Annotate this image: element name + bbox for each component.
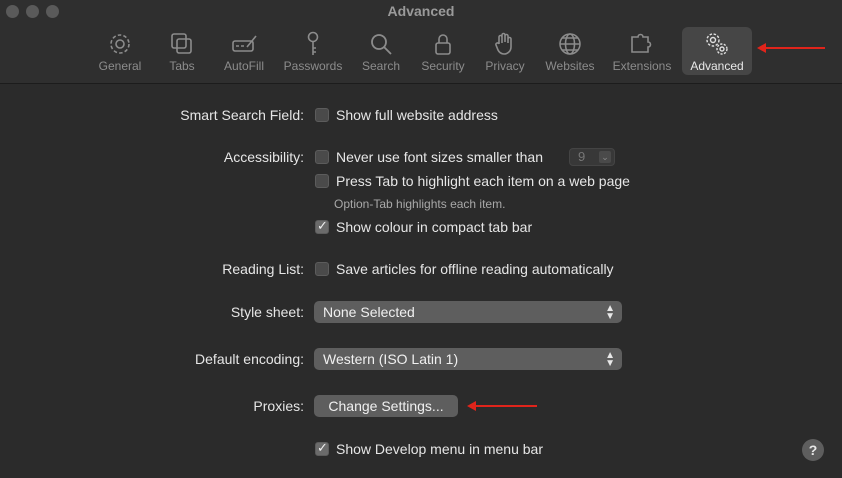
updown-chevron-icon: ▲ ▼: [605, 350, 615, 369]
min-font-size-select[interactable]: 9 ⌄: [569, 148, 615, 166]
updown-chevron-icon: ▲ ▼: [605, 303, 615, 322]
gears-icon: [706, 33, 728, 55]
tab-passwords-label: Passwords: [283, 59, 343, 73]
tab-security-label: Security: [421, 59, 465, 73]
tab-extensions[interactable]: Extensions: [609, 27, 675, 75]
tab-advanced[interactable]: Advanced: [682, 27, 752, 75]
globe-icon: [559, 33, 581, 55]
option-tab-hint: Option-Tab highlights each item.: [334, 197, 506, 211]
autofill-icon: [232, 35, 257, 52]
default-encoding-select[interactable]: Western (ISO Latin 1) ▲ ▼: [314, 348, 622, 370]
min-font-size-checkbox[interactable]: [315, 150, 329, 164]
show-full-address-checkbox[interactable]: [315, 108, 329, 122]
style-sheet-value: None Selected: [323, 304, 415, 320]
reading-list-label: Reading List:: [222, 261, 304, 277]
search-icon: [371, 34, 392, 55]
tab-tabs-label: Tabs: [169, 59, 195, 73]
tab-general-label: General: [98, 59, 142, 73]
show-colour-text: Show colour in compact tab bar: [336, 219, 533, 235]
tab-passwords[interactable]: Passwords: [280, 27, 346, 75]
hand-icon: [495, 32, 512, 55]
save-offline-checkbox[interactable]: [315, 262, 329, 276]
tab-privacy-label: Privacy: [485, 59, 525, 73]
window-title: Advanced: [387, 3, 455, 19]
tab-autofill-label: AutoFill: [223, 59, 264, 73]
style-sheet-select[interactable]: None Selected ▲ ▼: [314, 301, 622, 323]
show-develop-checkbox[interactable]: [315, 440, 329, 456]
tab-general[interactable]: General: [95, 27, 145, 75]
default-encoding-value: Western (ISO Latin 1): [323, 351, 459, 367]
change-settings-button[interactable]: Change Settings...: [314, 395, 458, 417]
annotation-arrow-advanced: [757, 43, 825, 53]
toolbar: Advanced General Tabs AutoFill Passwords…: [0, 0, 842, 84]
smart-search-label: Smart Search Field:: [180, 107, 304, 123]
tab-privacy[interactable]: Privacy: [481, 27, 529, 75]
tab-autofill[interactable]: AutoFill: [218, 27, 270, 75]
min-font-size-text: Never use font sizes smaller than: [336, 149, 543, 165]
press-tab-text: Press Tab to highlight each item on a we…: [336, 173, 630, 189]
tab-search[interactable]: Search: [358, 27, 404, 75]
save-offline-text: Save articles for offline reading automa…: [336, 261, 614, 277]
tab-websites[interactable]: Websites: [541, 27, 599, 75]
show-colour-checkbox[interactable]: [315, 218, 329, 234]
tab-tabs[interactable]: Tabs: [160, 27, 204, 75]
key-icon: [307, 31, 319, 55]
style-sheet-label: Style sheet:: [230, 304, 304, 320]
show-develop-text: Show Develop menu in menu bar: [336, 441, 544, 457]
accessibility-label: Accessibility:: [223, 149, 304, 165]
tab-search-label: Search: [361, 59, 401, 73]
proxies-label: Proxies:: [253, 398, 304, 414]
min-font-size-value: 9: [578, 149, 586, 164]
show-full-address-text: Show full website address: [336, 107, 498, 123]
tab-websites-label: Websites: [545, 59, 595, 73]
annotation-arrow-proxies: [467, 401, 537, 411]
tab-extensions-label: Extensions: [612, 59, 672, 73]
press-tab-checkbox[interactable]: [315, 174, 329, 188]
tabs-icon: [171, 33, 192, 54]
lock-icon: [435, 34, 451, 55]
tab-security[interactable]: Security: [417, 27, 469, 75]
help-button[interactable]: ?: [802, 439, 824, 461]
gear-icon: [110, 34, 130, 54]
chevron-down-icon: ⌄: [599, 151, 611, 163]
puzzle-icon: [631, 33, 652, 53]
tab-advanced-label: Advanced: [690, 59, 744, 73]
default-encoding-label: Default encoding:: [195, 351, 304, 367]
